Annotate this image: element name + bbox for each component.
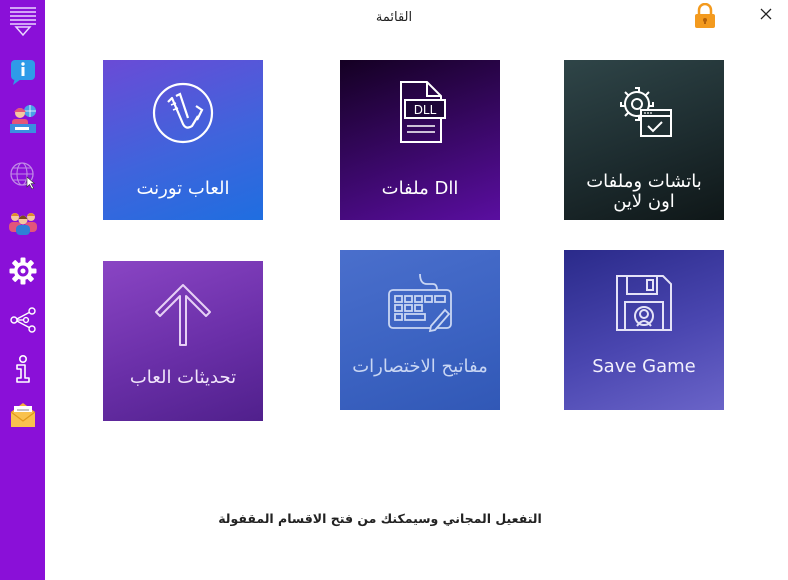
gear-icon[interactable] [6,254,39,287]
arrow-up-icon [155,284,211,346]
tile-label: باتشات وملفات اون لاين [586,171,702,212]
info-chat-icon[interactable] [6,55,39,88]
floppy-disk-icon [616,275,672,331]
sidebar [0,0,45,580]
tile-torrent-games[interactable]: العاب تورنت [103,60,263,220]
tile-label: ملفات Dll [381,178,459,199]
dll-file-icon: DLL [400,81,446,143]
tile-save-game[interactable]: Save Game [564,250,724,410]
news-presenter-icon[interactable] [6,102,39,135]
tile-label: العاب تورنت [136,178,230,199]
globe-cursor-icon[interactable] [6,158,39,191]
tile-label: مفاتيح الاختصارات [352,356,488,377]
envelope-icon[interactable] [6,398,39,431]
tile-label: Save Game [592,356,696,377]
lock-icon[interactable] [693,2,717,29]
share-icon[interactable] [6,303,39,336]
free-activation-link[interactable]: التفعيل المجاني وسيمكنك من فتح الاقسام ا… [0,511,760,526]
tile-shortcut-keys[interactable]: مفاتيح الاختصارات [340,250,500,410]
close-icon[interactable] [756,4,776,24]
window-title: القائمة [375,10,413,25]
tile-label: تحديثات العاب [129,367,237,388]
tile-game-updates[interactable]: تحديثات العاب [103,261,263,421]
tile-dll-files[interactable]: DLL ملفات Dll [340,60,500,220]
info-icon[interactable] [6,352,39,385]
users-group-icon[interactable] [6,205,39,238]
gear-settings-window-icon [620,87,672,137]
svg-text:DLL: DLL [414,103,437,117]
torrent-magnet-icon [152,82,214,144]
tile-patches-online[interactable]: باتشات وملفات اون لاين [564,60,724,220]
keyboard-icon [388,273,452,333]
